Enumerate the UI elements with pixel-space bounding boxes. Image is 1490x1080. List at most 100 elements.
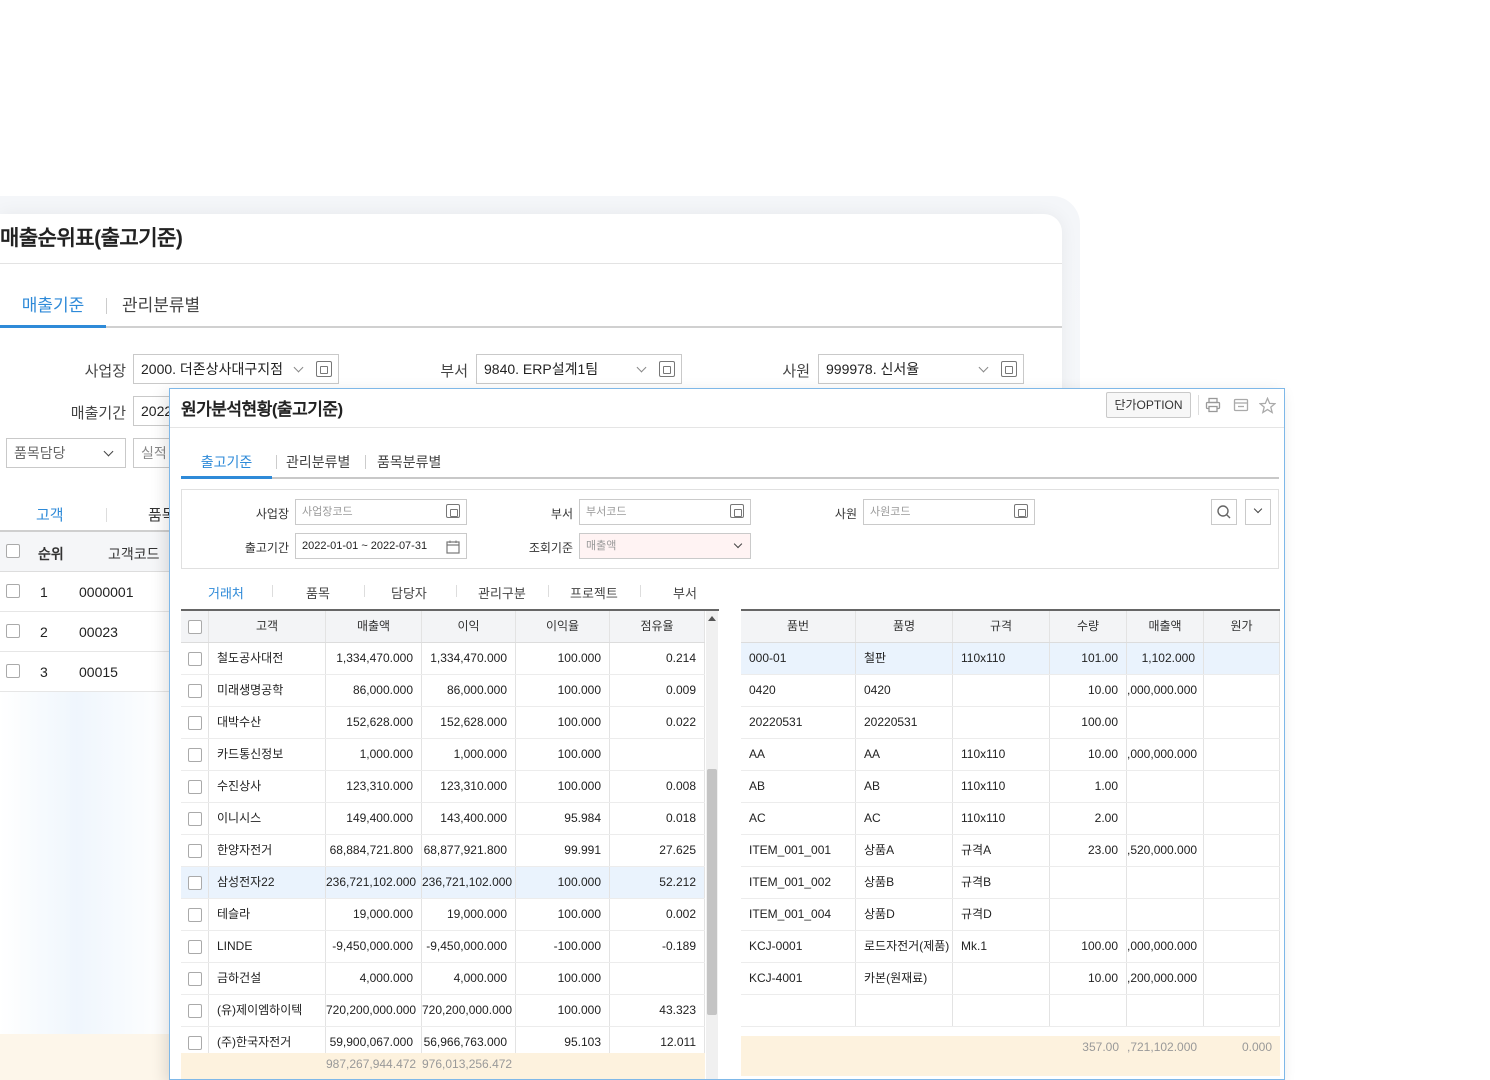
table-row[interactable]: 이니시스 149,400.000 143,400.000 95.984 0.018 <box>181 803 705 835</box>
column-item-no[interactable]: 품번 <box>741 611 856 642</box>
code-help-icon[interactable] <box>659 361 675 377</box>
item-no-cell: 20220531 <box>741 707 856 738</box>
column-sales[interactable]: 매출액 <box>326 611 422 642</box>
table-row[interactable]: LINDE -9,450,000.000 -9,450,000.000 -100.00… <box>181 931 705 963</box>
column-customer[interactable]: 고객 <box>209 611 326 642</box>
table-row[interactable]: ITEM_001_002 상품B 규격B <box>741 867 1280 899</box>
table-row[interactable]: (유)제이엠하이텍 720,200,000.000 720,200,000.000 1… <box>181 995 705 1027</box>
grid-tab-customer[interactable]: 고객 <box>36 504 64 525</box>
row-checkbox[interactable] <box>188 972 202 986</box>
sales-cell: ,200,000.000 <box>1127 963 1204 994</box>
calendar-icon[interactable] <box>446 539 460 563</box>
table-row[interactable]: 한양자전거 68,884,721.800 68,877,921.800 99.991 2… <box>181 835 705 867</box>
sub-tab-item[interactable]: 품목 <box>306 583 330 602</box>
table-row[interactable]: 수진상사 123,310.000 123,310.000 100.000 0.008 <box>181 771 705 803</box>
shipment-period-input[interactable]: 2022-01-01 ~ 2022-07-31 <box>295 533 467 559</box>
row-checkbox[interactable] <box>188 780 202 794</box>
table-row[interactable]: 삼성전자22 236,721,102.000 236,721,102.000 100.… <box>181 867 705 899</box>
sales-cell: 1,000.000 <box>326 739 422 770</box>
export-icon[interactable] <box>1233 397 1249 413</box>
code-help-icon[interactable] <box>1014 504 1028 518</box>
workplace-input[interactable]: 사업장코드 <box>295 499 467 525</box>
table-row[interactable]: 000-01 철판 110x110 101.00 1,102.000 <box>741 643 1280 675</box>
print-icon[interactable] <box>1205 397 1221 413</box>
row-checkbox[interactable] <box>188 940 202 954</box>
row-checkbox[interactable] <box>188 748 202 762</box>
row-checkbox[interactable] <box>6 584 20 598</box>
select-all-checkbox[interactable] <box>6 544 20 558</box>
row-checkbox[interactable] <box>188 844 202 858</box>
empty-cell <box>1127 995 1204 1026</box>
item-no-cell: KCJ-4001 <box>741 963 856 994</box>
expand-search-button[interactable] <box>1245 499 1271 525</box>
table-row[interactable]: AC AC 110x110 2.00 <box>741 803 1280 835</box>
star-icon[interactable] <box>1258 396 1277 414</box>
table-row[interactable]: 금하건설 4,000.000 4,000.000 100.000 <box>181 963 705 995</box>
table-row[interactable]: ITEM_001_001 상품A 규격A 23.00,520,000.000 <box>741 835 1280 867</box>
sub-tab-manager[interactable]: 담당자 <box>391 583 427 602</box>
table-row[interactable]: 0420 0420 10.00,000,000.000 <box>741 675 1280 707</box>
dept-select[interactable]: 9840. ERP설계1팀 <box>476 354 682 384</box>
sub-tab-project[interactable]: 프로젝트 <box>570 583 618 602</box>
row-checkbox[interactable] <box>6 624 20 638</box>
dept-input[interactable]: 부서코드 <box>579 499 751 525</box>
table-row[interactable]: 미래생명공학 86,000.000 86,000.000 100.000 0.009 <box>181 675 705 707</box>
row-checkbox[interactable] <box>188 1004 202 1018</box>
column-item-name[interactable]: 품명 <box>856 611 953 642</box>
column-spec[interactable]: 규격 <box>953 611 1050 642</box>
tab-shipment-basis[interactable]: 출고기준 <box>181 452 272 479</box>
criteria-select[interactable]: 매출액 <box>579 533 751 559</box>
workplace-select[interactable]: 2000. 더존상사대구지점 <box>133 354 339 384</box>
row-checkbox[interactable] <box>6 664 20 678</box>
column-quantity[interactable]: 수량 <box>1050 611 1127 642</box>
row-checkbox[interactable] <box>188 1036 202 1050</box>
tab-item-class[interactable]: 품목분류별 <box>377 452 441 479</box>
table-row[interactable]: KCJ-4001 카본(원재료) 10.00,200,000.000 <box>741 963 1280 995</box>
tab-management-class[interactable]: 관리분류별 <box>122 294 200 328</box>
table-row[interactable]: AA AA 110x110 10.00,000,000.000 <box>741 739 1280 771</box>
scroll-up-icon[interactable] <box>708 616 716 621</box>
tab-separator <box>276 455 277 469</box>
column-sales[interactable]: 매출액 <box>1127 611 1204 642</box>
row-checkbox[interactable] <box>188 684 202 698</box>
vertical-scrollbar[interactable] <box>706 611 718 1079</box>
employee-select[interactable]: 999978. 신서율 <box>818 354 1024 384</box>
tab-sales-basis[interactable]: 매출기준 <box>0 294 106 328</box>
row-checkbox[interactable] <box>188 716 202 730</box>
column-profit[interactable]: 이익 <box>422 611 516 642</box>
column-cost[interactable]: 원가 <box>1204 611 1280 642</box>
code-help-icon[interactable] <box>446 504 460 518</box>
column-profit-rate[interactable]: 이익율 <box>516 611 610 642</box>
window-title: 매출순위표(출고기준) <box>0 227 183 250</box>
sub-tab-customer[interactable]: 거래처 <box>208 583 244 602</box>
row-checkbox[interactable] <box>188 812 202 826</box>
tab-management-class[interactable]: 관리분류별 <box>286 452 350 479</box>
column-share[interactable]: 점유율 <box>610 611 705 642</box>
row-checkbox[interactable] <box>188 908 202 922</box>
item-manager-select[interactable]: 품목담당 <box>6 438 126 468</box>
table-row[interactable]: 카드통신정보 1,000.000 1,000.000 100.000 <box>181 739 705 771</box>
back-grid-footer <box>0 1034 170 1080</box>
code-help-icon[interactable] <box>1001 361 1017 377</box>
row-checkbox[interactable] <box>188 652 202 666</box>
employee-input[interactable]: 사원코드 <box>863 499 1035 525</box>
scrollbar-thumb[interactable] <box>707 769 717 1015</box>
select-all-checkbox[interactable] <box>188 620 202 634</box>
tab-separator <box>364 585 365 597</box>
row-checkbox[interactable] <box>188 876 202 890</box>
sub-tab-dept[interactable]: 부서 <box>673 583 697 602</box>
sub-tab-management-type[interactable]: 관리구분 <box>478 583 526 602</box>
table-row[interactable]: AB AB 110x110 1.00 <box>741 771 1280 803</box>
price-option-button[interactable]: 단가OPTION <box>1106 392 1191 418</box>
table-row[interactable]: 테슬라 19,000.000 19,000.000 100.000 0.002 <box>181 899 705 931</box>
table-row[interactable]: 20220531 20220531 100.00 <box>741 707 1280 739</box>
code-help-icon[interactable] <box>316 361 332 377</box>
empty-cell <box>1204 995 1280 1026</box>
spec-cell <box>953 707 1050 738</box>
code-help-icon[interactable] <box>730 504 744 518</box>
table-row[interactable]: 대박수산 152,628.000 152,628.000 100.000 0.022 <box>181 707 705 739</box>
table-row[interactable]: 철도공사대전 1,334,470.000 1,334,470.000 100.000 0… <box>181 643 705 675</box>
search-button[interactable] <box>1211 499 1237 525</box>
table-row[interactable]: ITEM_001_004 상품D 규격D <box>741 899 1280 931</box>
table-row[interactable]: KCJ-0001 로드자전거(제품) Mk.1 100.00,000,000.000 <box>741 931 1280 963</box>
